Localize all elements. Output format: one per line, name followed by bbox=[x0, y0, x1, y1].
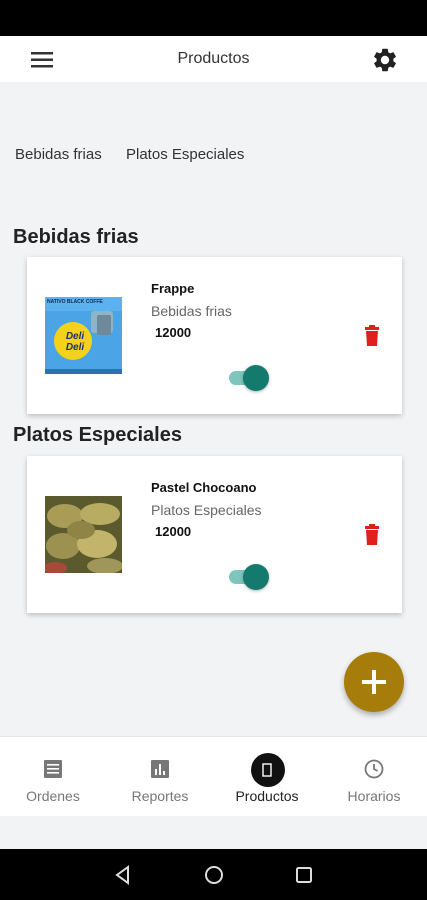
gear-icon[interactable] bbox=[371, 46, 399, 74]
nav-label: Reportes bbox=[131, 788, 189, 804]
delete-icon[interactable] bbox=[363, 524, 381, 546]
category-tabs: Bebidas frias Platos Especiales bbox=[0, 138, 427, 174]
nav-item-ordenes[interactable]: Ordenes bbox=[0, 737, 106, 817]
toggle-knob bbox=[243, 365, 269, 391]
product-card-pastel-chocoano[interactable]: Pastel Chocoano Platos Especiales 12000 bbox=[27, 456, 402, 613]
nav-item-reportes[interactable]: Reportes bbox=[107, 737, 213, 817]
home-icon[interactable] bbox=[202, 863, 226, 887]
nav-item-horarios[interactable]: Horarios bbox=[321, 737, 427, 817]
product-price: 12000 bbox=[155, 524, 192, 539]
bottom-navigation: Ordenes Reportes Productos Horarios bbox=[0, 736, 427, 816]
nav-label: Productos bbox=[235, 788, 299, 804]
delete-icon[interactable] bbox=[363, 325, 381, 347]
product-icon bbox=[262, 763, 272, 777]
availability-toggle[interactable] bbox=[227, 564, 269, 590]
image-caption-top: NATIVO BLACK COFFE bbox=[47, 299, 103, 305]
product-card-frappe[interactable]: NATIVO BLACK COFFE Deli Deli Frappe Bebi… bbox=[27, 257, 402, 414]
back-icon[interactable] bbox=[111, 863, 135, 887]
clock-icon bbox=[364, 759, 384, 779]
product-category: Bebidas frias bbox=[151, 303, 232, 319]
app-bar: Productos bbox=[0, 36, 427, 82]
system-navigation-bar bbox=[0, 849, 427, 900]
bottom-spacer bbox=[0, 816, 427, 849]
list-icon bbox=[44, 760, 62, 778]
active-indicator bbox=[251, 753, 285, 787]
tab-bebidas-frias[interactable]: Bebidas frias bbox=[15, 146, 102, 163]
status-bar bbox=[0, 0, 427, 36]
nav-label: Ordenes bbox=[26, 788, 80, 804]
nav-item-productos[interactable]: Productos bbox=[214, 737, 320, 817]
product-category: Platos Especiales bbox=[151, 502, 262, 518]
image-logo-text: Deli Deli bbox=[65, 331, 85, 353]
bar-chart-icon bbox=[151, 760, 169, 778]
product-image bbox=[45, 496, 122, 573]
add-product-button[interactable] bbox=[344, 652, 404, 712]
product-price: 12000 bbox=[155, 325, 192, 340]
availability-toggle[interactable] bbox=[227, 365, 269, 391]
tab-platos-especiales[interactable]: Platos Especiales bbox=[126, 146, 244, 163]
plus-icon bbox=[362, 670, 386, 694]
section-title-bebidas-frias: Bebidas frias bbox=[13, 226, 139, 248]
recent-apps-icon[interactable] bbox=[292, 863, 316, 887]
product-name: Frappe bbox=[151, 281, 195, 296]
page-title: Productos bbox=[177, 50, 250, 67]
product-image: NATIVO BLACK COFFE Deli Deli bbox=[45, 297, 122, 374]
toggle-knob bbox=[243, 564, 269, 590]
nav-label: Horarios bbox=[347, 788, 401, 804]
product-name: Pastel Chocoano bbox=[151, 480, 257, 495]
section-title-platos-especiales: Platos Especiales bbox=[13, 424, 182, 446]
